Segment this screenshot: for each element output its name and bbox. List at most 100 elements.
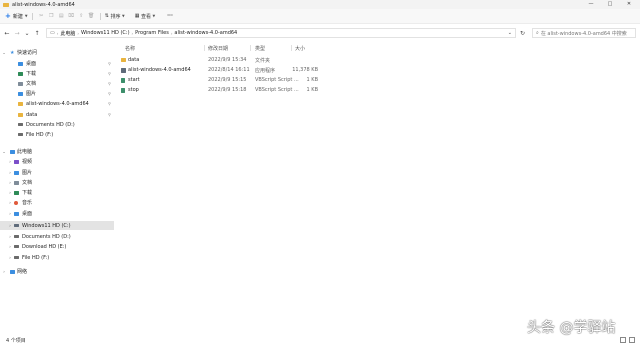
tiles-view-icon[interactable] (629, 337, 635, 343)
search-box[interactable]: ⌕ 在 alist-windows-4.0-amd64 中搜索 (532, 28, 636, 38)
column-divider[interactable] (204, 45, 205, 51)
more-button[interactable]: ··· (167, 13, 173, 19)
folder-icon (18, 101, 23, 106)
nav-item-desktop[interactable]: 桌面 ⚲ (0, 59, 116, 68)
nav-item-documents[interactable]: 文档 ⚲ (0, 79, 116, 88)
chevron-right-icon[interactable]: › (7, 223, 13, 228)
column-name[interactable]: 名称 (125, 45, 135, 52)
chevron-down-icon[interactable]: ⌄ (1, 50, 7, 55)
minimize-button[interactable]: — (584, 0, 598, 9)
chevron-right-icon[interactable]: › (7, 255, 13, 260)
breadcrumb-current[interactable]: alist-windows-4.0-amd64 (174, 30, 237, 36)
column-divider[interactable] (250, 45, 251, 51)
status-bar: 4 个项目 (0, 335, 640, 345)
chevron-right-icon[interactable]: › (7, 234, 13, 239)
file-date: 2022/9/9 15:18 (208, 87, 247, 93)
nav-item-file-hd[interactable]: File HD (F:) (0, 130, 116, 139)
nav-label: 下载 (26, 71, 37, 77)
chevron-right-icon[interactable]: › (7, 200, 13, 205)
rename-icon[interactable]: ⌧ (66, 13, 76, 19)
nav-pc-documents[interactable]: › 文档 (0, 178, 116, 187)
nav-pc-downloads[interactable]: › 下载 (0, 188, 116, 197)
nav-pc-d-drive[interactable]: › Documents HD (D:) (0, 232, 116, 241)
nav-label: alist-windows-4.0-amd64 (26, 100, 89, 107)
address-bar[interactable]: ▭ › 此电脑 › Windows11 HD (C:) › Program Files… (46, 28, 516, 38)
new-button[interactable]: + 新建 ▼ (5, 11, 28, 20)
breadcrumb-program-files[interactable]: Program Files (135, 30, 169, 36)
new-label: 新建 (12, 13, 23, 20)
column-divider[interactable] (291, 45, 292, 51)
chevron-right-icon[interactable]: › (7, 159, 13, 164)
nav-network[interactable]: › 网络 (0, 267, 116, 276)
breadcrumb-this-pc[interactable]: 此电脑 (60, 30, 75, 37)
item-count: 4 个项目 (6, 337, 26, 344)
recent-button[interactable]: ⌄ (22, 30, 32, 37)
toolbar-divider (31, 12, 33, 20)
chevron-right-icon[interactable]: › (7, 244, 13, 249)
nav-item-downloads[interactable]: 下载 ⚲ (0, 69, 116, 78)
nav-item-data-folder[interactable]: data ⚲ (0, 110, 116, 119)
up-button[interactable]: ↑ (32, 30, 42, 37)
copy-icon[interactable]: ❐ (46, 13, 56, 19)
nav-quick-access[interactable]: ⌄ ★ 快速访问 (0, 48, 116, 57)
view-button[interactable]: ▦ 查看 ▼ (135, 13, 155, 20)
details-view-icon[interactable] (620, 337, 626, 343)
pin-icon: ⚲ (108, 71, 111, 76)
chevron-down-icon[interactable]: ⌄ (508, 30, 512, 36)
nav-pc-e-drive[interactable]: › Download HD (E:) (0, 242, 116, 251)
nav-item-alist-folder[interactable]: alist-windows-4.0-amd64 ⚲ (0, 99, 116, 108)
chevron-right-icon[interactable]: › (7, 190, 13, 195)
file-row[interactable]: stop 2022/9/9 15:18 VBScript Script ... … (118, 85, 328, 95)
nav-label: 图片 (26, 91, 37, 97)
nav-label: Windows11 HD (C:) (22, 222, 71, 229)
file-type: VBScript Script ... (255, 77, 299, 83)
file-size: 1 KB (306, 87, 318, 93)
file-row[interactable]: alist-windows-4.0-amd64 2022/8/14 16:11 … (118, 65, 328, 75)
delete-icon[interactable]: 🗑 (86, 13, 96, 19)
column-size[interactable]: 大小 (295, 45, 305, 52)
file-row[interactable]: start 2022/9/9 15:15 VBScript Script ...… (118, 75, 328, 85)
watermark: 头条 @学驿站 (527, 320, 616, 336)
chevron-right-icon[interactable]: › (7, 170, 13, 175)
nav-pc-videos[interactable]: › 视频 (0, 157, 116, 166)
sort-label: 排序 (110, 13, 121, 20)
sort-button[interactable]: ⇅ 排序 ▼ (105, 13, 125, 20)
refresh-icon[interactable]: ↻ (520, 30, 525, 37)
nav-label: File HD (F:) (22, 254, 50, 261)
nav-pc-pictures[interactable]: › 图片 (0, 168, 116, 177)
nav-label: 桌面 (22, 211, 33, 217)
file-size: 1 KB (306, 77, 318, 83)
column-date[interactable]: 修改日期 (208, 45, 228, 52)
cut-icon[interactable]: ✂ (36, 13, 46, 19)
breadcrumb-c-drive[interactable]: Windows11 HD (C:) (81, 30, 130, 36)
nav-item-documents-hd[interactable]: Documents HD (D:) (0, 120, 116, 129)
column-type[interactable]: 类型 (255, 45, 265, 52)
nav-pc-f-drive[interactable]: › File HD (F:) (0, 253, 116, 262)
application-icon (121, 67, 126, 73)
chevron-right-icon[interactable]: › (7, 180, 13, 185)
nav-label: 快速访问 (17, 50, 38, 56)
chevron-right-icon[interactable]: › (1, 269, 7, 274)
back-button[interactable]: ← (2, 30, 12, 37)
forward-button[interactable]: → (12, 30, 22, 37)
nav-this-pc[interactable]: ⌄ 此电脑 (0, 147, 116, 156)
view-label: 查看 (140, 13, 151, 20)
plus-icon: + (5, 11, 11, 20)
chevron-right-icon[interactable]: › (7, 211, 13, 216)
file-row[interactable]: data 2022/9/9 15:34 文件夹 (118, 55, 328, 65)
nav-label: 下载 (22, 190, 33, 196)
chevron-down-icon[interactable]: ⌄ (1, 149, 7, 154)
chevron-down-icon: ▼ (122, 14, 125, 18)
nav-item-pictures[interactable]: 图片 ⚲ (0, 89, 116, 98)
paste-icon[interactable]: ▤ (56, 13, 66, 19)
chevron-down-icon: ▼ (152, 14, 156, 18)
nav-pc-music[interactable]: › 音乐 (0, 198, 116, 207)
file-date: 2022/9/9 15:15 (208, 77, 247, 83)
nav-pc-c-drive[interactable]: › Windows11 HD (C:) (0, 221, 114, 230)
drive-icon (14, 245, 19, 248)
close-button[interactable]: ✕ (622, 0, 636, 9)
folder-icon (121, 58, 126, 62)
nav-pc-desktop[interactable]: › 桌面 (0, 209, 116, 218)
maximize-button[interactable]: □ (603, 0, 617, 9)
share-icon[interactable]: ⇪ (76, 13, 86, 19)
